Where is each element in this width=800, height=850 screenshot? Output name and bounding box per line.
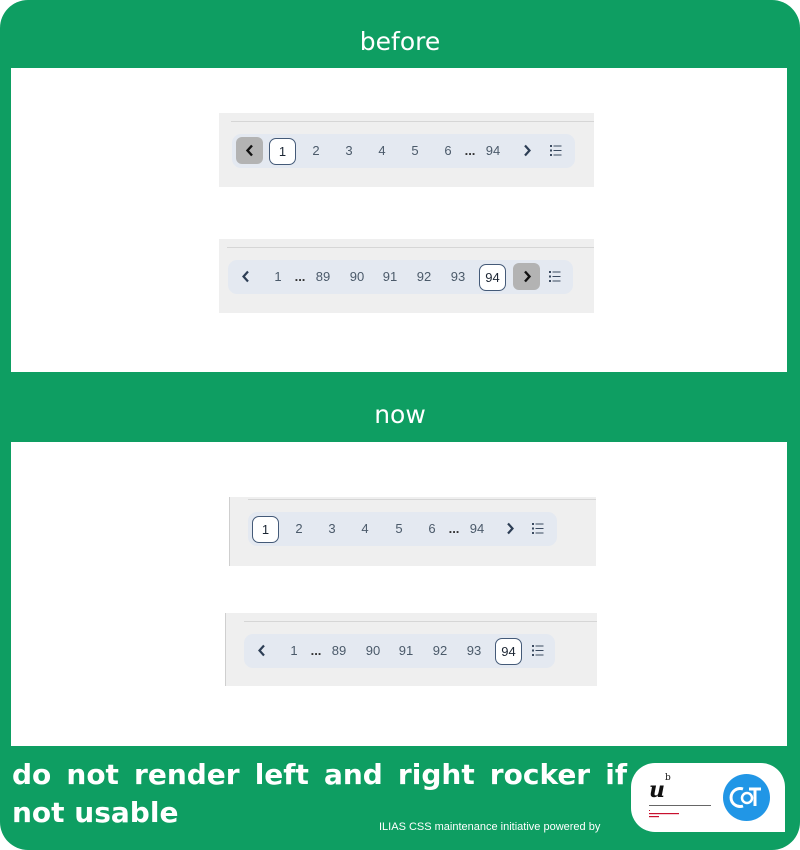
list-icon[interactable] [529,634,547,668]
cat-logo [723,774,770,821]
before-panel: 1 2 3 4 5 6 ... 94 1 ... 89 90 91 92 93 … [11,68,787,372]
sponsor-logos: u b [631,763,785,832]
pagination-bar: 1 ... 89 90 91 92 93 94 [244,634,555,668]
section-title-now: now [374,400,426,429]
pagination-bar: 1 2 3 4 5 6 ... 94 [232,134,575,168]
ellipsis: ... [464,143,476,158]
page-link[interactable]: 3 [337,134,361,168]
page-link[interactable]: 3 [320,512,344,546]
chevron-right-icon [506,522,514,535]
page-link[interactable]: 6 [436,134,460,168]
page-link[interactable]: 5 [403,134,427,168]
page-link[interactable]: 93 [462,634,486,668]
page-link[interactable]: 91 [378,260,402,294]
chevron-right-icon [523,144,531,157]
pagination-strip: 1 2 3 4 5 6 ... 94 [229,497,596,566]
page-link[interactable]: 2 [287,512,311,546]
pagination-bar: 1 2 3 4 5 6 ... 94 [248,512,557,546]
now-panel: 1 2 3 4 5 6 ... 94 1 ... 89 90 91 92 93 … [11,442,787,746]
credit-text: ILIAS CSS maintenance initiative powered… [379,821,601,833]
divider [227,247,594,248]
list-icon[interactable] [547,134,565,168]
page-link[interactable]: 6 [420,512,444,546]
page-link[interactable]: 1 [266,260,290,294]
prev-page-button[interactable] [236,137,263,164]
chevron-right-icon [523,270,531,283]
ellipsis: ... [310,643,322,658]
pagination-strip: 1 ... 89 90 91 92 93 94 [219,239,594,313]
divider [248,499,596,500]
ellipsis: ... [448,521,460,536]
university-bern-logo: u b [649,773,711,823]
pagination-strip: 1 2 3 4 5 6 ... 94 [219,113,594,187]
list-icon[interactable] [546,260,564,294]
page-link[interactable]: 94 [465,512,489,546]
chevron-left-icon [241,270,249,283]
page-link[interactable]: 1 [269,138,296,165]
next-page-button[interactable] [496,515,523,542]
section-title-before: before [359,27,441,56]
page-link[interactable]: 91 [394,634,418,668]
prev-page-button[interactable] [248,637,275,664]
next-page-button[interactable] [513,263,540,290]
pagination-bar: 1 ... 89 90 91 92 93 94 [228,260,573,294]
page-link[interactable]: 92 [412,260,436,294]
page-link[interactable]: 92 [428,634,452,668]
comparison-card: before 1 2 3 4 5 6 ... 94 1 ... 89 90 91… [0,0,800,850]
chevron-left-icon [245,144,253,157]
page-link[interactable]: 1 [252,516,279,543]
pagination-strip: 1 ... 89 90 91 92 93 94 [225,613,597,686]
page-link[interactable]: 89 [311,260,335,294]
page-link[interactable]: 4 [353,512,377,546]
prev-page-button[interactable] [232,263,259,290]
divider [231,121,594,122]
page-link[interactable]: 94 [481,134,505,168]
page-link[interactable]: 94 [479,264,506,291]
page-link[interactable]: 93 [446,260,470,294]
divider [244,621,597,622]
page-link[interactable]: 2 [304,134,328,168]
chevron-left-icon [257,644,265,657]
list-icon[interactable] [529,512,547,546]
ellipsis: ... [294,269,306,284]
next-page-button[interactable] [513,137,540,164]
page-link[interactable]: 1 [282,634,306,668]
page-link[interactable]: 94 [495,638,522,665]
page-link[interactable]: 89 [327,634,351,668]
page-link[interactable]: 90 [361,634,385,668]
page-link[interactable]: 90 [345,260,369,294]
page-link[interactable]: 4 [370,134,394,168]
page-link[interactable]: 5 [387,512,411,546]
